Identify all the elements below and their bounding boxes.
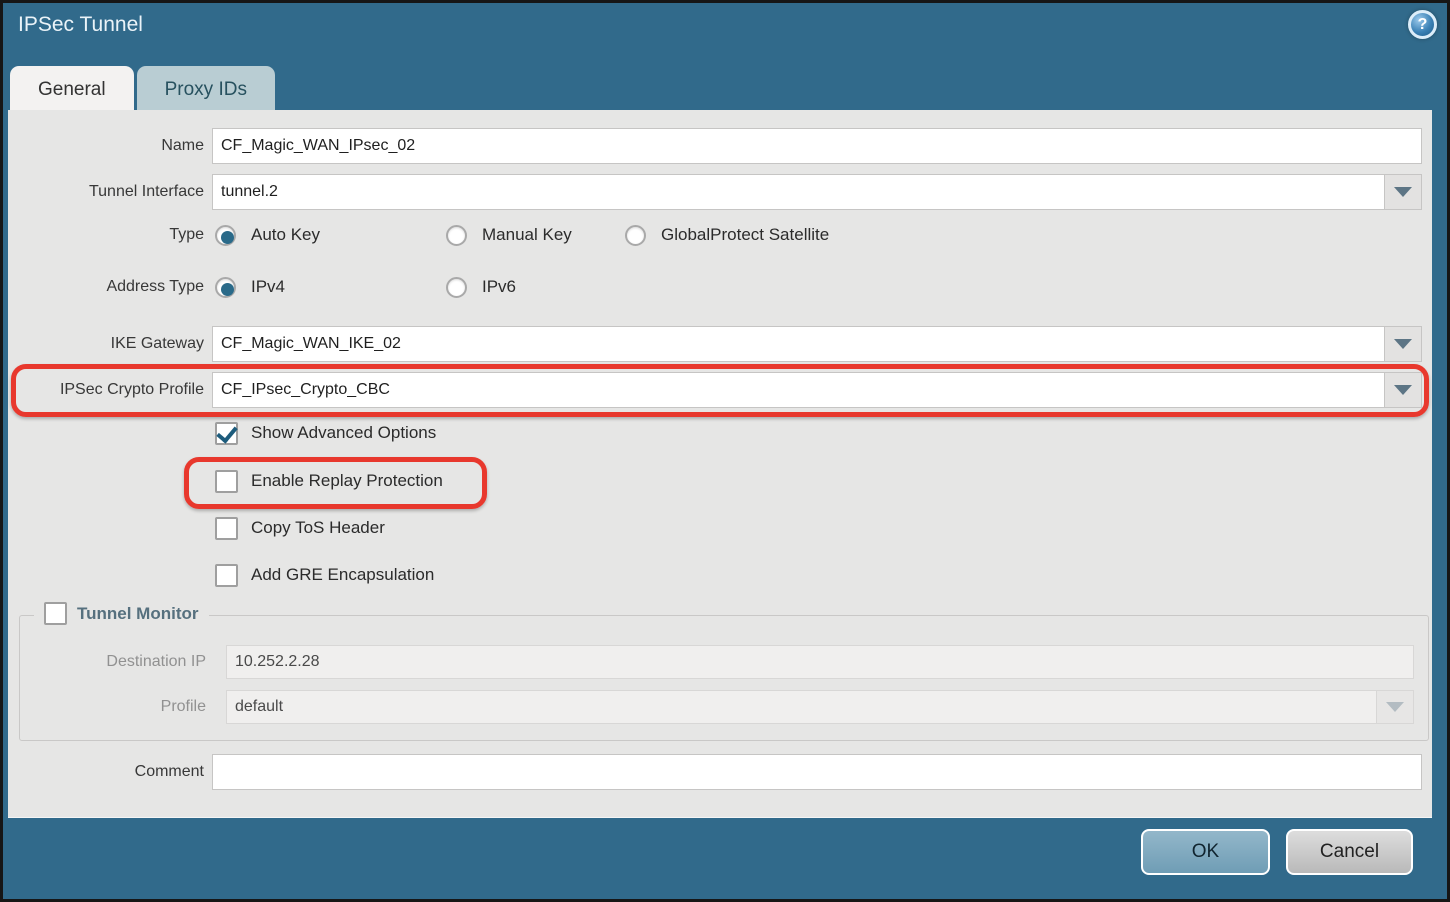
- cancel-button-label: Cancel: [1320, 841, 1379, 863]
- type-label: Type: [12, 221, 204, 249]
- copy-tos-header-label: Copy ToS Header: [251, 518, 385, 538]
- profile-input: [227, 691, 1376, 723]
- enable-replay-protection-label: Enable Replay Protection: [251, 471, 443, 491]
- tab-proxy-ids[interactable]: Proxy IDs: [137, 66, 275, 113]
- enable-replay-protection-row: Enable Replay Protection: [215, 468, 443, 494]
- show-advanced-options-checkbox[interactable]: [215, 422, 238, 445]
- type-radio-group: Auto Key Manual Key GlobalProtect Satell…: [215, 221, 829, 249]
- copy-tos-header-row: Copy ToS Header: [215, 515, 385, 541]
- tunnel-monitor-fieldset: Tunnel Monitor Destination IP Profile: [19, 615, 1429, 741]
- show-advanced-options-label: Show Advanced Options: [251, 423, 436, 443]
- ok-button[interactable]: OK: [1141, 829, 1270, 875]
- ike-gateway-label: IKE Gateway: [12, 326, 204, 362]
- name-label: Name: [12, 128, 204, 164]
- comment-input[interactable]: [212, 754, 1422, 790]
- tab-bar: General Proxy IDs: [10, 66, 275, 113]
- chevron-down-icon: [1394, 339, 1412, 349]
- radio-ipv6[interactable]: [446, 277, 467, 298]
- ike-gateway-input[interactable]: [213, 327, 1384, 361]
- ipsec-tunnel-dialog: IPSec Tunnel ? General Proxy IDs Name Tu…: [0, 0, 1450, 902]
- enable-replay-protection-checkbox[interactable]: [215, 470, 238, 493]
- dialog-title: IPSec Tunnel: [18, 13, 143, 37]
- ipsec-crypto-profile-dropdown-button[interactable]: [1384, 373, 1421, 407]
- radio-globalprotect-satellite-label: GlobalProtect Satellite: [661, 225, 829, 245]
- tab-general-label: General: [38, 79, 106, 101]
- radio-manual-key-label: Manual Key: [482, 225, 592, 245]
- tunnel-interface-combo: [212, 174, 1422, 210]
- ipsec-crypto-profile-combo: [212, 372, 1422, 408]
- general-tab-panel: Name Tunnel Interface Type Auto Key Manu…: [8, 110, 1432, 818]
- tunnel-monitor-checkbox[interactable]: [44, 602, 67, 625]
- ipsec-crypto-profile-input[interactable]: [213, 373, 1384, 407]
- show-advanced-options-row: Show Advanced Options: [215, 420, 436, 446]
- add-gre-encapsulation-checkbox[interactable]: [215, 564, 238, 587]
- add-gre-encapsulation-row: Add GRE Encapsulation: [215, 562, 434, 588]
- tunnel-interface-label: Tunnel Interface: [12, 174, 204, 210]
- tunnel-interface-dropdown-button[interactable]: [1384, 175, 1421, 209]
- radio-manual-key[interactable]: [446, 225, 467, 246]
- add-gre-encapsulation-label: Add GRE Encapsulation: [251, 565, 434, 585]
- tunnel-monitor-label: Tunnel Monitor: [77, 604, 199, 624]
- profile-label: Profile: [24, 690, 206, 724]
- destination-ip-label: Destination IP: [24, 645, 206, 679]
- address-type-radio-group: IPv4 IPv6: [215, 273, 516, 301]
- tunnel-monitor-legend: Tunnel Monitor: [34, 602, 209, 625]
- help-icon[interactable]: ?: [1408, 10, 1437, 39]
- radio-ipv4-label: IPv4: [251, 277, 446, 297]
- comment-label: Comment: [12, 754, 204, 790]
- profile-combo: [226, 690, 1414, 724]
- address-type-label: Address Type: [12, 273, 204, 301]
- tunnel-interface-input[interactable]: [213, 175, 1384, 209]
- help-icon-glyph: ?: [1418, 16, 1428, 34]
- profile-dropdown-button: [1376, 691, 1413, 723]
- tab-general[interactable]: General: [10, 66, 134, 113]
- ok-button-label: OK: [1192, 841, 1219, 863]
- chevron-down-icon: [1386, 702, 1404, 712]
- name-input[interactable]: [212, 128, 1422, 164]
- ipsec-crypto-profile-label: IPSec Crypto Profile: [12, 372, 204, 408]
- chevron-down-icon: [1394, 187, 1412, 197]
- radio-globalprotect-satellite[interactable]: [625, 225, 646, 246]
- ike-gateway-combo: [212, 326, 1422, 362]
- chevron-down-icon: [1394, 385, 1412, 395]
- destination-ip-input: [226, 645, 1414, 679]
- ike-gateway-dropdown-button[interactable]: [1384, 327, 1421, 361]
- tab-proxy-ids-label: Proxy IDs: [165, 79, 247, 101]
- cancel-button[interactable]: Cancel: [1286, 829, 1413, 875]
- radio-auto-key[interactable]: [215, 225, 236, 246]
- radio-ipv6-label: IPv6: [482, 277, 516, 297]
- radio-ipv4[interactable]: [215, 277, 236, 298]
- copy-tos-header-checkbox[interactable]: [215, 517, 238, 540]
- radio-auto-key-label: Auto Key: [251, 225, 446, 245]
